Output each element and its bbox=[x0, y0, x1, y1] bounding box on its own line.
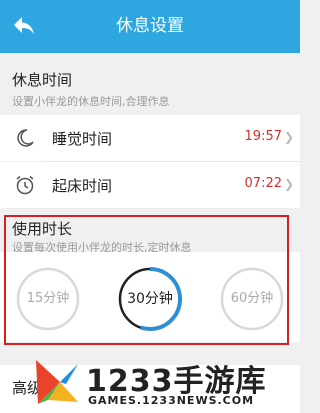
sleep-time-label: 睡觉时间 bbox=[52, 130, 113, 148]
wake-time-value: 07:22 bbox=[244, 176, 282, 191]
watermark-logo-icon bbox=[36, 360, 78, 404]
chevron-right-icon: ❯ bbox=[283, 177, 294, 191]
watermark-url: GAMES.1233NEWS.COM bbox=[88, 394, 255, 407]
watermark: 1233手游库 GAMES.1233NEWS.COM bbox=[24, 352, 300, 413]
page-title: 休息设置 bbox=[116, 16, 184, 36]
sleep-time-value: 19:57 bbox=[244, 129, 282, 144]
back-arrow-icon bbox=[14, 17, 34, 35]
sleep-time-row[interactable]: 睡觉时间 19:57 ❯ bbox=[0, 115, 300, 161]
alarm-clock-icon bbox=[16, 175, 34, 195]
rest-time-title: 休息时间 bbox=[12, 71, 73, 89]
app-header: 休息设置 bbox=[0, 0, 300, 53]
wake-time-label: 起床时间 bbox=[52, 177, 113, 195]
chevron-right-icon: ❯ bbox=[283, 130, 294, 144]
back-button[interactable] bbox=[10, 12, 38, 40]
rest-time-subtitle: 设置小伴龙的休息时间,合理作息 bbox=[12, 95, 170, 108]
rest-time-header: 休息时间 设置小伴龙的休息时间,合理作息 bbox=[0, 53, 300, 115]
moon-icon bbox=[17, 129, 34, 147]
wake-time-row[interactable]: 起床时间 07:22 ❯ bbox=[0, 162, 300, 208]
highlight-box bbox=[4, 215, 289, 345]
